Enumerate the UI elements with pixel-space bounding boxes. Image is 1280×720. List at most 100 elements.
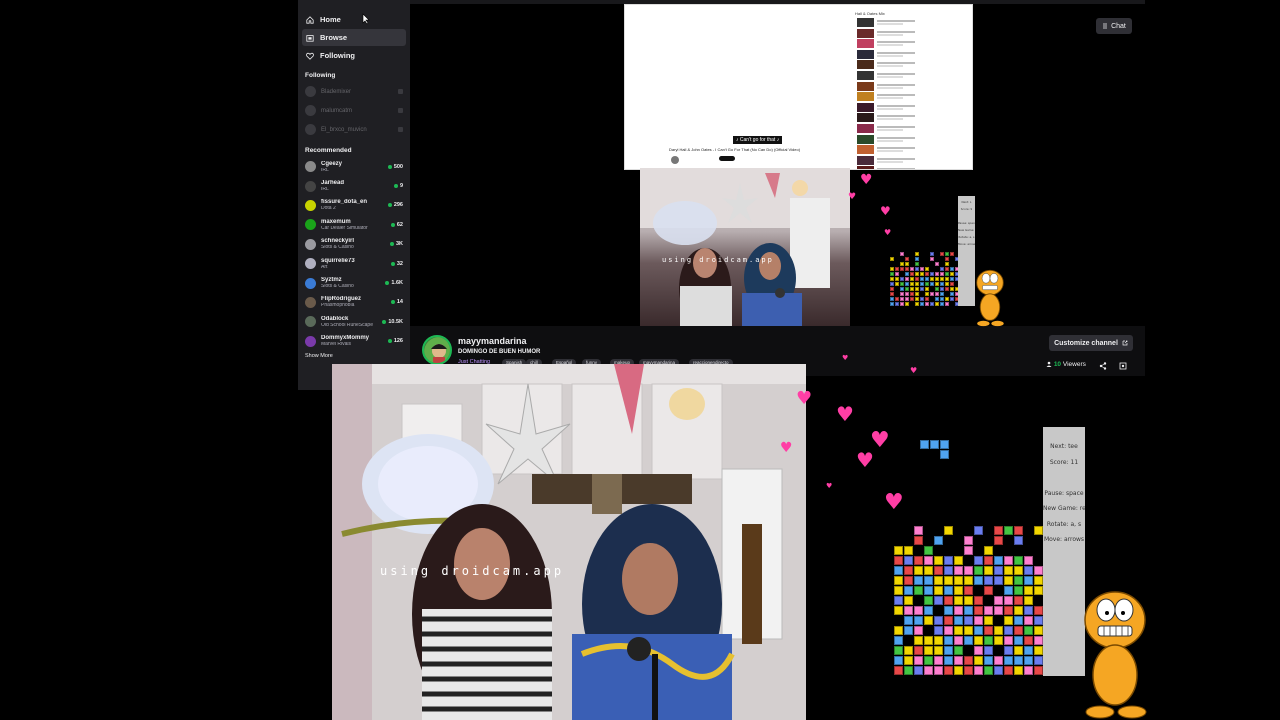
yt-line [877, 54, 903, 57]
channel-name[interactable]: mayymandarina [458, 336, 527, 346]
yt-line [877, 83, 915, 86]
tetris-block [944, 586, 953, 595]
tetris-block [974, 646, 983, 655]
live-dot-icon [385, 281, 390, 286]
chat-collapse-icon [1103, 23, 1108, 29]
tetris-block [930, 282, 934, 286]
tetris-block [950, 297, 954, 301]
tetris-block [940, 287, 944, 291]
tetris-block [984, 576, 993, 585]
yt-thumbnail [857, 145, 874, 155]
channel-text: FlipRodriguez Phasmophobia [321, 296, 391, 308]
recommended-channel[interactable]: maxemum Car Dealer Simulator 62 [298, 215, 410, 234]
tetris-info-line [1043, 474, 1085, 490]
nav-following[interactable]: Following [302, 47, 406, 64]
recommended-channel[interactable]: schneckyirl Slots & Casino 3K [298, 235, 410, 254]
heart-icon: ♥ [856, 448, 874, 472]
live-dot-icon [390, 261, 395, 266]
tetris-block [905, 282, 909, 286]
recommended-channel[interactable]: Odablock Old School RuneScape 10.5K [298, 312, 410, 331]
tetris-board-small [890, 232, 960, 308]
yt-side-item [857, 28, 923, 38]
tetris-block [1004, 556, 1013, 565]
yt-line [877, 160, 903, 163]
recommended-channel[interactable]: Cgeezy IRL 500 [298, 157, 410, 176]
yt-side-item [857, 71, 923, 80]
tetris-block [1014, 606, 1023, 615]
tetris-block [914, 576, 923, 585]
tetris-block [934, 616, 943, 625]
tetris-block [964, 586, 973, 595]
following-item[interactable]: malumcatm [298, 101, 410, 120]
tetris-block [1004, 576, 1013, 585]
customize-channel-button[interactable]: Customize channel [1049, 335, 1133, 351]
channel-name: Cgeezy [321, 160, 343, 167]
nav-home[interactable]: Home [302, 11, 406, 28]
mouse-cursor-icon [362, 13, 370, 25]
yt-side-item [857, 39, 923, 49]
yt-thumbnail [857, 155, 874, 165]
following-item[interactable]: El_brxco_muvicn [298, 120, 410, 139]
following-item[interactable]: Blademixer [298, 82, 410, 101]
yt-line [877, 73, 915, 75]
tetris-block [924, 606, 933, 615]
main-stream-video[interactable]: using droidcam.app [332, 364, 806, 720]
channel-name: Jarhead [321, 180, 345, 187]
recommended-channel[interactable]: DommyxMommy Marvel Rivals 126 [298, 332, 410, 351]
recommended-channel[interactable]: fissure_dota_en Dota 2 296 [298, 196, 410, 215]
tetris-block [895, 282, 899, 286]
tetris-block [944, 576, 953, 585]
tetris-block [945, 252, 949, 256]
tetris-block [890, 302, 894, 306]
yt-thumbnail [857, 18, 874, 27]
tetris-block [915, 277, 919, 281]
chat-button[interactable]: Chat [1096, 18, 1132, 34]
tetris-block [924, 566, 933, 575]
tetris-block [935, 287, 939, 291]
tetris-block [974, 526, 983, 535]
recommended-channel[interactable]: Syztmz Slots & Casino 1.6K [298, 273, 410, 292]
tetris-block [945, 272, 949, 276]
tetris-block [945, 277, 949, 281]
tetris-block [905, 257, 909, 261]
tetris-block [935, 297, 939, 301]
tetris-block [974, 606, 983, 615]
channel-category: Dota 2 [321, 206, 336, 212]
show-more-link[interactable]: Show More [298, 351, 410, 361]
tetris-block [950, 282, 954, 286]
tetris-block [944, 666, 953, 675]
tetris-block [935, 272, 939, 276]
recommended-channel[interactable]: squirrelie73 Art 32 [298, 254, 410, 273]
tetris-block [934, 626, 943, 635]
tetris-block [905, 267, 909, 271]
channel-avatar[interactable] [422, 335, 452, 365]
tetris-block [984, 566, 993, 575]
share-icon[interactable] [1099, 362, 1107, 370]
tetris-block [935, 262, 939, 266]
tetris-block [924, 636, 933, 645]
viewer-count: 10.5K [382, 319, 403, 325]
tetris-block [964, 576, 973, 585]
tetris-block [924, 576, 933, 585]
tetris-block [900, 267, 904, 271]
following-name: El_brxco_muvicn [321, 126, 367, 133]
tetris-block [964, 666, 973, 675]
tetris-block [1034, 646, 1043, 655]
nav-browse[interactable]: Browse [302, 29, 406, 46]
tetris-block [945, 282, 949, 286]
mod-view-icon[interactable] [1119, 362, 1127, 370]
recommended-channel[interactable]: FlipRodriguez Phasmophobia 14 [298, 293, 410, 312]
tetris-block [914, 626, 923, 635]
tetris-block [894, 656, 903, 665]
tetris-block [894, 546, 903, 555]
tetris-block [915, 257, 919, 261]
tetris-block [925, 297, 929, 301]
tetris-block [950, 292, 954, 296]
yt-line [877, 62, 915, 65]
recommended-channel[interactable]: Jarhead IRL 9 [298, 176, 410, 195]
tetris-info-line: Next: tee [1050, 443, 1078, 450]
tetris-block [920, 287, 924, 291]
avatar [305, 335, 316, 347]
channel-text: fissure_dota_en Dota 2 [321, 199, 388, 211]
tetris-block [984, 616, 993, 625]
